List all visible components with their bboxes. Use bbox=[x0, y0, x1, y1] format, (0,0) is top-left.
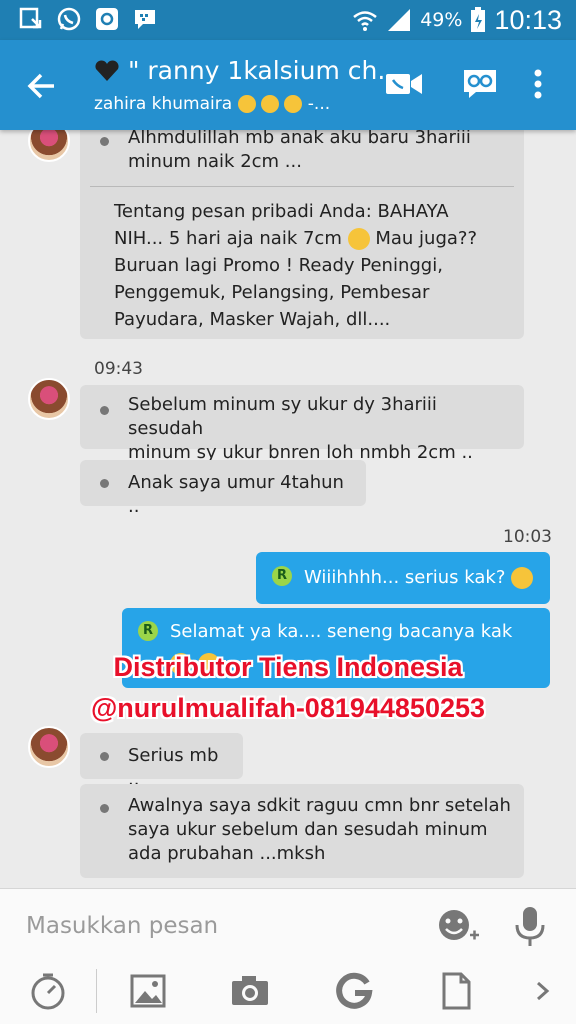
message-line: Awalnya saya sdkit raguu cmn bnr setelah bbox=[128, 795, 511, 816]
bullet-dot bbox=[100, 479, 109, 488]
clock: 10:13 bbox=[494, 4, 562, 35]
instagram-icon bbox=[96, 8, 118, 30]
timer-icon bbox=[31, 973, 65, 1010]
read-receipt-icon: R bbox=[138, 621, 158, 641]
microphone-icon bbox=[515, 907, 545, 946]
quoted-message: Tentang pesan pribadi Anda: BAHAYA NIH..… bbox=[114, 198, 514, 333]
quote-text: Mau juga?? bbox=[375, 228, 478, 249]
avatar[interactable] bbox=[28, 130, 70, 162]
more-vert-icon bbox=[534, 69, 542, 99]
avatar[interactable] bbox=[28, 726, 70, 768]
black-heart-icon bbox=[95, 60, 119, 81]
wifi-icon bbox=[353, 11, 377, 31]
message-line: Alhmdulillah mb anak aku baru 3hariii bbox=[128, 130, 471, 148]
rofl-emoji-icon bbox=[347, 228, 370, 250]
chat-subtitle: zahira khumaira -... bbox=[94, 94, 384, 114]
signal-icon bbox=[388, 9, 411, 31]
chat-subtitle-suffix: -... bbox=[307, 94, 331, 114]
chat-area[interactable]: Alhmdulillah mb anak aku baru 3hariii mi… bbox=[0, 130, 576, 888]
toolbar-divider bbox=[96, 969, 97, 1013]
message-time: 09:43 bbox=[94, 359, 143, 379]
battery-icon bbox=[471, 7, 486, 32]
message-text: Anak saya umur 4tahun .. bbox=[128, 472, 344, 517]
read-receipt-icon: R bbox=[272, 566, 292, 586]
status-bar: 49% 10:13 bbox=[0, 0, 576, 40]
astonished-emoji-icon bbox=[511, 567, 534, 589]
timer-button[interactable] bbox=[28, 971, 68, 1011]
watermark-line1: Distributor Tiens Indonesia bbox=[113, 652, 463, 682]
message-text: Selamat ya ka.... seneng bacanya kak bbox=[170, 621, 513, 642]
quote-line: Buruan lagi Promo ! Ready Peninggi, bbox=[114, 255, 443, 276]
bullet-dot bbox=[100, 137, 109, 146]
camera-button[interactable] bbox=[230, 971, 270, 1011]
file-button[interactable] bbox=[436, 971, 476, 1011]
chat-title-text: " ranny 1kalsium ch... bbox=[127, 56, 384, 85]
quote-divider bbox=[90, 186, 514, 187]
google-button[interactable] bbox=[334, 971, 374, 1011]
quote-text: NIH... 5 hari aja naik 7cm bbox=[114, 228, 342, 249]
chat-subtitle-text: zahira khumaira bbox=[94, 94, 233, 114]
message-text: Wiiihhhh... serius kak? bbox=[304, 566, 534, 590]
kiss-emoji-icon bbox=[284, 95, 303, 113]
message-bubble[interactable]: Sebelum minum sy ukur dy 3hariii sesudah… bbox=[80, 385, 524, 463]
voice-button[interactable] bbox=[510, 905, 550, 949]
emoji-button[interactable] bbox=[436, 907, 480, 947]
back-button[interactable] bbox=[22, 66, 62, 106]
bullet-dot bbox=[100, 804, 109, 813]
quote-line: Payudara, Masker Wajah, dll.... bbox=[114, 309, 391, 330]
chat-title[interactable]: " ranny 1kalsium ch... bbox=[94, 56, 384, 85]
message-time: 10:03 bbox=[503, 527, 552, 547]
sleepy-emoji-icon bbox=[237, 95, 256, 113]
message-icon bbox=[464, 70, 496, 98]
whatsapp-icon bbox=[57, 7, 81, 31]
google-icon bbox=[336, 972, 373, 1009]
quote-line: Tentang pesan pribadi Anda: BAHAYA bbox=[114, 201, 449, 222]
quote-line: NIH... 5 hari aja naik 7cm Mau juga?? bbox=[114, 225, 514, 252]
more-tools-button[interactable] bbox=[522, 971, 562, 1011]
download-icon bbox=[19, 7, 42, 29]
chat-options-button[interactable] bbox=[460, 64, 500, 104]
image-icon bbox=[130, 974, 166, 1008]
message-bubble[interactable]: Serius mb .. bbox=[80, 733, 243, 790]
message-line: ada prubahan ...mksh bbox=[128, 843, 326, 864]
app-bar: " ranny 1kalsium ch... zahira khumaira -… bbox=[0, 40, 576, 130]
message-line: minum naik 2cm ... bbox=[128, 151, 302, 172]
camera-icon bbox=[232, 976, 268, 1005]
message-input[interactable] bbox=[26, 911, 406, 941]
message-text: Alhmdulillah mb anak aku baru 3hariii mi… bbox=[128, 130, 512, 174]
arrow-left-icon bbox=[27, 73, 54, 99]
message-line: Sebelum minum sy ukur dy 3hariii sesudah bbox=[128, 394, 437, 439]
message-text: Awalnya saya sdkit raguu cmn bnr setelah… bbox=[128, 794, 512, 866]
add-emoji-icon bbox=[439, 910, 479, 940]
quote-line: Penggemuk, Pelangsing, Pembesar bbox=[114, 282, 430, 303]
heart-eyes-emoji-icon bbox=[260, 95, 279, 113]
avatar[interactable] bbox=[28, 378, 70, 420]
image-button[interactable] bbox=[128, 971, 168, 1011]
bullet-dot bbox=[100, 406, 109, 415]
watermark-line2: @nurulmualifah-081944850253 bbox=[90, 693, 486, 723]
message-bubble[interactable]: Alhmdulillah mb anak aku baru 3hariii mi… bbox=[80, 130, 524, 339]
message-text: Sebelum minum sy ukur dy 3hariii sesudah… bbox=[128, 393, 512, 465]
video-camera-icon bbox=[386, 74, 422, 94]
battery-percent: 49% bbox=[420, 9, 463, 31]
outgoing-message-bubble[interactable]: R Wiiihhhh... serius kak? bbox=[256, 552, 550, 604]
message-line: Wiiihhhh... serius kak? bbox=[304, 567, 506, 588]
bullet-dot bbox=[100, 752, 109, 761]
composer bbox=[0, 888, 576, 1024]
chevron-right-icon bbox=[537, 981, 550, 1001]
file-icon bbox=[442, 972, 471, 1010]
bbm-icon bbox=[135, 10, 155, 29]
message-line: saya ukur sebelum dan sesudah minum bbox=[128, 819, 488, 840]
video-call-button[interactable] bbox=[384, 64, 424, 104]
message-bubble[interactable]: Awalnya saya sdkit raguu cmn bnr setelah… bbox=[80, 784, 524, 878]
overflow-menu-button[interactable] bbox=[518, 64, 558, 104]
message-bubble[interactable]: Anak saya umur 4tahun .. bbox=[80, 460, 366, 517]
